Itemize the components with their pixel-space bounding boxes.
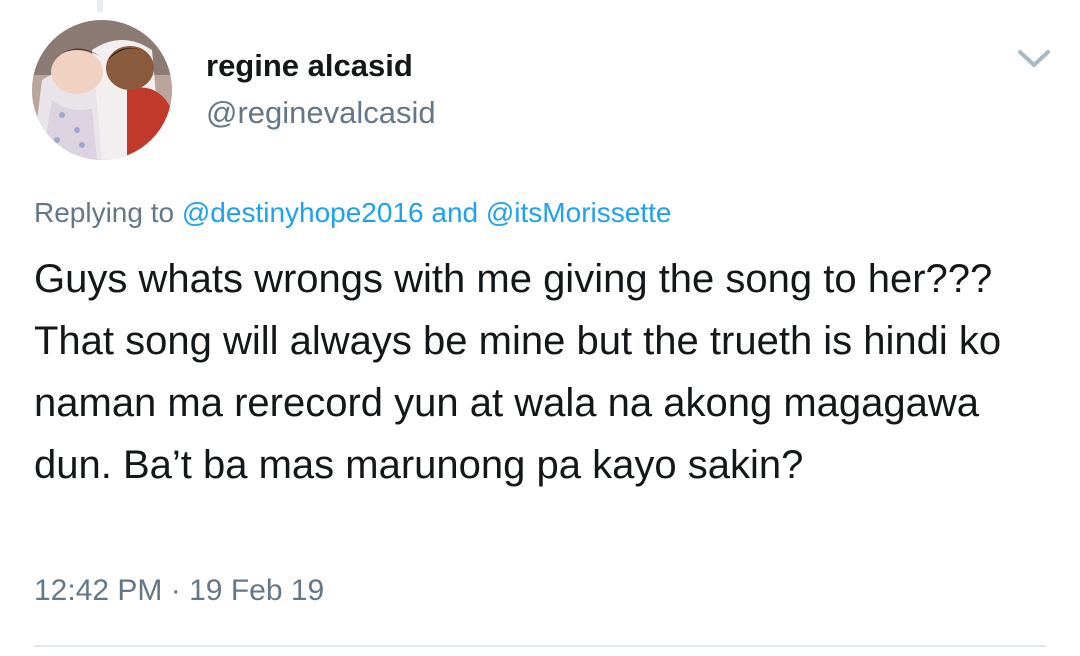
author-handle[interactable]: @reginevalcasid [206,95,436,131]
avatar-photo [32,20,172,160]
chevron-down-icon[interactable] [1012,42,1056,74]
mention-link[interactable]: @destinyhope2016 [182,197,424,228]
mention-joiner: and [431,197,479,228]
tweet-timestamp[interactable]: 12:42 PM · 19 Feb 19 [34,574,324,608]
tweet-text: Guys whats wrongs with me giving the son… [34,257,1002,487]
thread-connector [97,0,103,12]
author-display-name[interactable]: regine alcasid [206,48,413,84]
reply-prefix: Replying to [34,197,175,228]
mention-link[interactable]: @itsMorissette [486,197,672,228]
tweet-date: 19 Feb 19 [189,574,325,607]
avatar[interactable] [32,20,172,160]
divider [34,645,1046,647]
tweet-time: 12:42 PM [34,574,163,607]
reply-context: Replying to @destinyhope2016 and @itsMor… [34,197,671,229]
meta-separator: · [170,574,181,607]
